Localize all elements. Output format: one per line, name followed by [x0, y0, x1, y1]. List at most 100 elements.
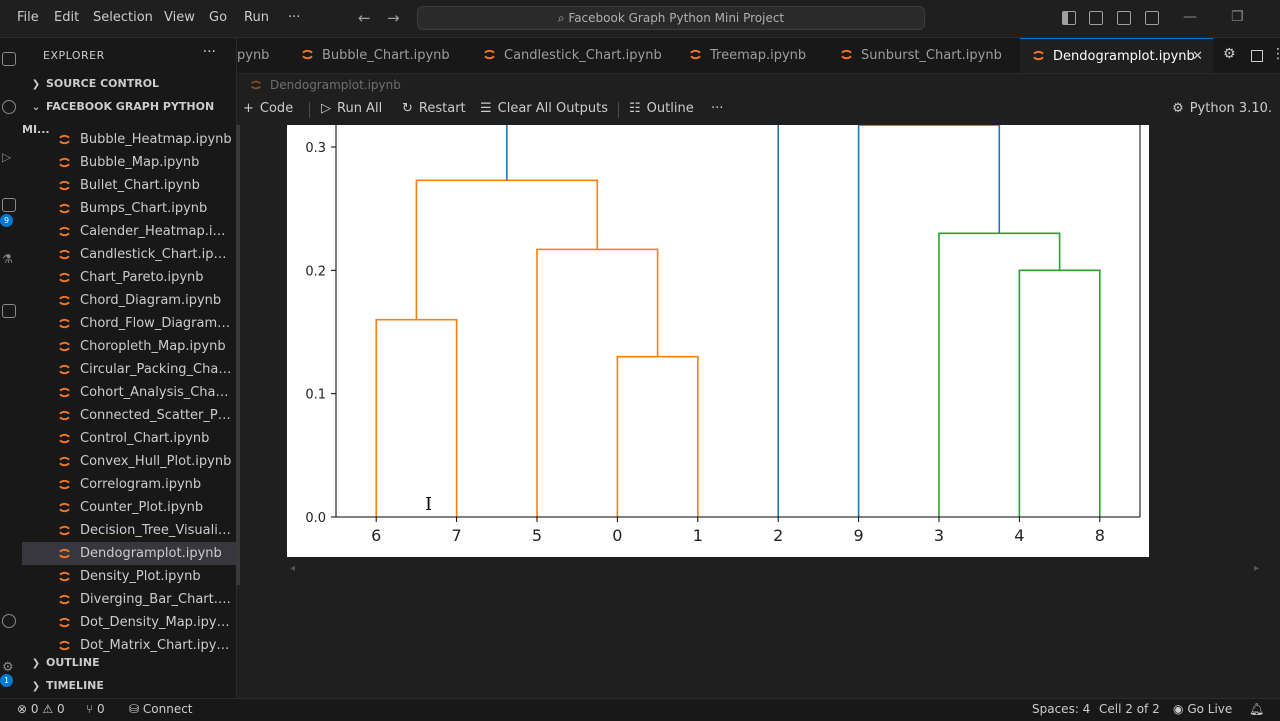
outline-button[interactable]: ☷ Outline — [629, 101, 694, 116]
sidebar-file-item[interactable]: Connected_Scatter_Plot... — [22, 404, 236, 427]
cell-indicator[interactable]: Cell 2 of 2 — [1099, 702, 1160, 716]
sidebar-file-item[interactable]: Bumps_Chart.ipynb — [22, 197, 236, 220]
horizontal-scroll-right-icon[interactable]: ▸ — [1254, 563, 1259, 574]
file-name: Dot_Density_Map.ipynb — [80, 615, 232, 630]
menu-file[interactable]: File — [17, 10, 39, 25]
sidebar-file-item[interactable]: Circular_Packing_Chart.i... — [22, 358, 236, 381]
sidebar-file-item[interactable]: Control_Chart.ipynb — [22, 427, 236, 450]
go-live-button[interactable]: ◉ Go Live — [1173, 702, 1232, 716]
tab-sunburst-chart[interactable]: Sunburst_Chart.ipynb — [840, 38, 1002, 73]
connect-button[interactable]: ⛁ Connect — [129, 702, 193, 716]
sidebar-file-item[interactable]: Bullet_Chart.ipynb — [22, 174, 236, 197]
menu-go[interactable]: Go — [209, 10, 227, 25]
dendrogram-chart: 0.0 0.1 0.2 0.3 6 7 5 0 1 2 9 3 4 8 — [305, 124, 1141, 545]
back-arrow-icon[interactable]: ← — [358, 9, 371, 27]
settings-gear-icon[interactable]: ⚙ — [2, 660, 16, 675]
outline-section[interactable]: ❯ OUTLINE — [22, 652, 236, 674]
jupyter-icon — [484, 49, 495, 60]
dendrogram-link — [938, 232, 1061, 517]
sidebar-file-item[interactable]: Bubble_Map.ipynb — [22, 151, 236, 174]
outline-button-label: Outline — [646, 101, 694, 116]
customize-layout-icon[interactable] — [1145, 11, 1159, 25]
leaf-label: 4 — [1014, 526, 1024, 545]
breadcrumb-label: Dendogramplot.ipynb — [270, 78, 401, 92]
toggle-panel-icon[interactable] — [1089, 11, 1103, 25]
menu-edit[interactable]: Edit — [54, 10, 79, 25]
split-editor-icon[interactable] — [1251, 50, 1263, 62]
jupyter-icon — [302, 49, 313, 60]
tab-bubble-chart[interactable]: Bubble_Chart.ipynb — [301, 38, 450, 73]
explorer-icon[interactable] — [2, 52, 16, 66]
clear-all-outputs-button[interactable]: ☰ Clear All Outputs — [480, 101, 608, 116]
sidebar-file-item[interactable]: Dendogramplot.ipynb — [22, 542, 236, 565]
indentation-indicator[interactable]: Spaces: 4 — [1032, 702, 1090, 716]
toolbar-more-button[interactable]: ··· — [711, 101, 723, 116]
horizontal-scroll-left-icon[interactable]: ◂ — [290, 563, 295, 574]
sidebar-file-item[interactable]: Chart_Pareto.ipynb — [22, 266, 236, 289]
activity-bar: ▷ 9 ⚗ ⚙ 1 — [0, 38, 22, 698]
menu-selection[interactable]: Selection — [93, 10, 153, 25]
menu-more[interactable]: ··· — [288, 10, 300, 25]
toggle-secondary-sidebar-icon[interactable] — [1117, 11, 1131, 25]
ports-indicator[interactable]: ⑂ 0 — [86, 702, 105, 716]
tab-label: Bubble_Chart.ipynb — [322, 48, 450, 63]
problems-indicator[interactable]: ⊗ 0 ⚠ 0 — [17, 702, 65, 716]
sidebar-scrollbar[interactable] — [236, 125, 240, 585]
tab-treemap[interactable]: Treemap.ipynb — [689, 38, 806, 73]
gear-icon[interactable]: ⚙ — [1223, 46, 1236, 62]
sidebar-file-item[interactable]: Correlogram.ipynb — [22, 473, 236, 496]
sidebar-file-item[interactable]: Convex_Hull_Plot.ipynb — [22, 450, 236, 473]
add-code-cell-button[interactable]: + Code — [243, 101, 293, 116]
sidebar-file-item[interactable]: Density_Plot.ipynb — [22, 565, 236, 588]
kernel-picker[interactable]: ⚙ Python 3.10. — [1172, 101, 1272, 116]
menu-view[interactable]: View — [164, 10, 195, 25]
sidebar-file-item[interactable]: Choropleth_Map.ipynb — [22, 335, 236, 358]
tab-dendogramplot[interactable]: Dendogramplot.ipynb ✕ — [1020, 38, 1213, 73]
run-all-button[interactable]: ▷ Run All — [321, 101, 382, 116]
notifications-bell-icon[interactable]: 🔔︎ — [1249, 702, 1264, 716]
run-debug-icon[interactable]: ▷ — [2, 150, 16, 164]
close-icon[interactable]: ✕ — [1192, 39, 1203, 74]
menu-run[interactable]: Run — [244, 10, 269, 25]
search-activity-icon[interactable] — [2, 100, 16, 114]
sidebar-file-item[interactable]: Candlestick_Chart.ipynb — [22, 243, 236, 266]
sidebar-file-item[interactable]: Diverging_Bar_Chart.ip... — [22, 588, 236, 611]
sidebar-file-item[interactable]: Chord_Flow_Diagram.ip... — [22, 312, 236, 335]
source-control-section[interactable]: ❯ SOURCE CONTROL — [22, 73, 236, 95]
jupyter-icon — [59, 272, 70, 283]
database-icon: ⛁ — [129, 702, 140, 716]
sidebar-file-item[interactable]: Dot_Density_Map.ipynb — [22, 611, 236, 634]
testing-icon[interactable]: ⚗ — [2, 252, 16, 266]
outline-label: OUTLINE — [46, 656, 100, 669]
jupyter-icon — [690, 49, 701, 60]
tab-partial[interactable]: pynb — [237, 38, 281, 73]
jupyter-icon — [59, 318, 70, 329]
kernel-icon: ⚙ — [1172, 101, 1184, 116]
project-section[interactable]: ⌄ FACEBOOK GRAPH PYTHON MI... — [22, 96, 236, 136]
sidebar-file-item[interactable]: Cohort_Analysis_Chart.i... — [22, 381, 236, 404]
sidebar-file-item[interactable]: Calender_Heatmap.ipynb — [22, 220, 236, 243]
jupyter-icon — [59, 410, 70, 421]
remote-explorer-icon[interactable] — [2, 304, 16, 318]
forward-arrow-icon[interactable]: → — [387, 9, 400, 27]
explorer-more-button[interactable]: ··· — [203, 44, 216, 60]
sidebar-file-item[interactable]: Decision_Tree_Visualisa... — [22, 519, 236, 542]
y-tick-label: 0.3 — [305, 141, 326, 156]
more-actions-icon[interactable]: ⋮ — [1271, 46, 1280, 62]
account-icon[interactable] — [2, 614, 16, 628]
jupyter-icon — [59, 594, 70, 605]
timeline-section[interactable]: ❯ TIMELINE — [22, 675, 236, 697]
restart-button[interactable]: ↻ Restart — [402, 101, 466, 116]
file-name: Candlestick_Chart.ipynb — [80, 247, 232, 262]
extensions-icon[interactable] — [2, 198, 16, 212]
breadcrumb[interactable]: Dendogramplot.ipynb — [250, 78, 401, 92]
sidebar-file-item[interactable]: Bubble_Heatmap.ipynb — [22, 128, 236, 151]
restore-icon[interactable]: ❐ — [1231, 9, 1244, 25]
sidebar-file-item[interactable]: Chord_Diagram.ipynb — [22, 289, 236, 312]
toggle-primary-sidebar-icon[interactable] — [1062, 11, 1076, 25]
minimize-icon[interactable]: — — [1183, 9, 1197, 25]
sidebar-file-item[interactable]: Counter_Plot.ipynb — [22, 496, 236, 519]
tab-candlestick-chart[interactable]: Candlestick_Chart.ipynb — [483, 38, 662, 73]
command-center[interactable]: ⌕ Facebook Graph Python Mini Project — [417, 6, 925, 30]
chevron-right-icon: ❯ — [31, 681, 41, 692]
